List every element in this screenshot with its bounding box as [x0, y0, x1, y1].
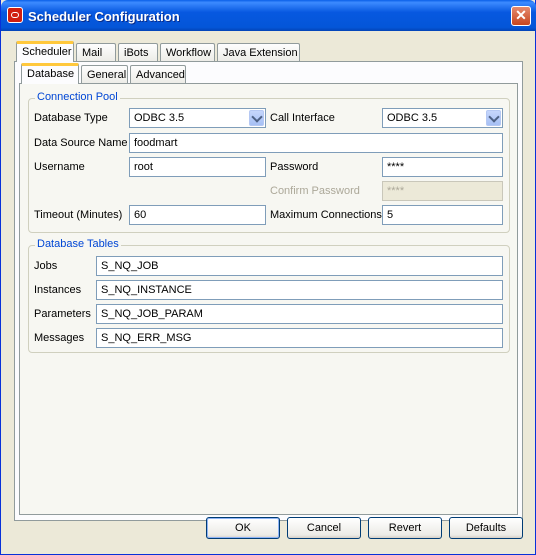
- tab-scheduler[interactable]: Scheduler: [16, 41, 74, 62]
- chevron-down-icon[interactable]: [486, 110, 501, 126]
- close-button[interactable]: ✕: [511, 6, 531, 26]
- data-source-name-field[interactable]: foodmart: [129, 133, 503, 153]
- confirm-password-field: ****: [382, 181, 503, 201]
- confirm-password-label: Confirm Password: [270, 185, 360, 197]
- tab-advanced[interactable]: Advanced: [130, 65, 186, 84]
- database-tables-title: Database Tables: [35, 238, 121, 250]
- parameters-label: Parameters: [34, 308, 91, 320]
- revert-button[interactable]: Revert: [368, 517, 442, 539]
- timeout-field[interactable]: 60: [129, 205, 266, 225]
- password-field[interactable]: ****: [382, 157, 503, 177]
- jobs-label: Jobs: [34, 260, 58, 272]
- oracle-app-icon: [7, 7, 23, 23]
- window-title: Scheduler Configuration: [28, 9, 180, 24]
- jobs-field[interactable]: S_NQ_JOB: [96, 256, 503, 276]
- title-bar[interactable]: Scheduler Configuration ✕: [1, 0, 536, 31]
- ok-button[interactable]: OK: [206, 517, 280, 539]
- database-type-value: ODBC 3.5: [134, 112, 185, 124]
- tab-database[interactable]: Database: [21, 63, 79, 84]
- tab-mail[interactable]: Mail: [76, 43, 116, 62]
- messages-field[interactable]: S_NQ_ERR_MSG: [96, 328, 503, 348]
- max-connections-label: Maximum Connections: [270, 209, 382, 221]
- instances-field[interactable]: S_NQ_INSTANCE: [96, 280, 503, 300]
- scheduler-configuration-window: Scheduler Configuration ✕ Scheduler Mail…: [0, 0, 536, 555]
- max-connections-field[interactable]: 5: [382, 205, 503, 225]
- username-label: Username: [34, 161, 85, 173]
- username-field[interactable]: root: [129, 157, 266, 177]
- cancel-button[interactable]: Cancel: [287, 517, 361, 539]
- parameters-field[interactable]: S_NQ_JOB_PARAM: [96, 304, 503, 324]
- database-type-select[interactable]: ODBC 3.5: [129, 108, 266, 128]
- database-type-label: Database Type: [34, 112, 108, 124]
- tab-general[interactable]: General: [81, 65, 128, 84]
- password-label: Password: [270, 161, 319, 173]
- dialog-content: Scheduler Mail iBots Workflow Java Exten…: [2, 31, 534, 554]
- call-interface-value: ODBC 3.5: [387, 112, 438, 124]
- defaults-button[interactable]: Defaults: [449, 517, 523, 539]
- chevron-down-icon[interactable]: [249, 110, 264, 126]
- instances-label: Instances: [34, 284, 82, 296]
- data-source-name-label: Data Source Name: [34, 137, 128, 149]
- timeout-label: Timeout (Minutes): [34, 209, 123, 221]
- connection-pool-title: Connection Pool: [35, 91, 120, 103]
- call-interface-select[interactable]: ODBC 3.5: [382, 108, 503, 128]
- tab-workflow[interactable]: Workflow: [160, 43, 215, 62]
- tab-ibots[interactable]: iBots: [118, 43, 158, 62]
- messages-label: Messages: [34, 332, 85, 344]
- call-interface-label: Call Interface: [270, 112, 335, 124]
- tab-java-extension[interactable]: Java Extension: [217, 43, 300, 62]
